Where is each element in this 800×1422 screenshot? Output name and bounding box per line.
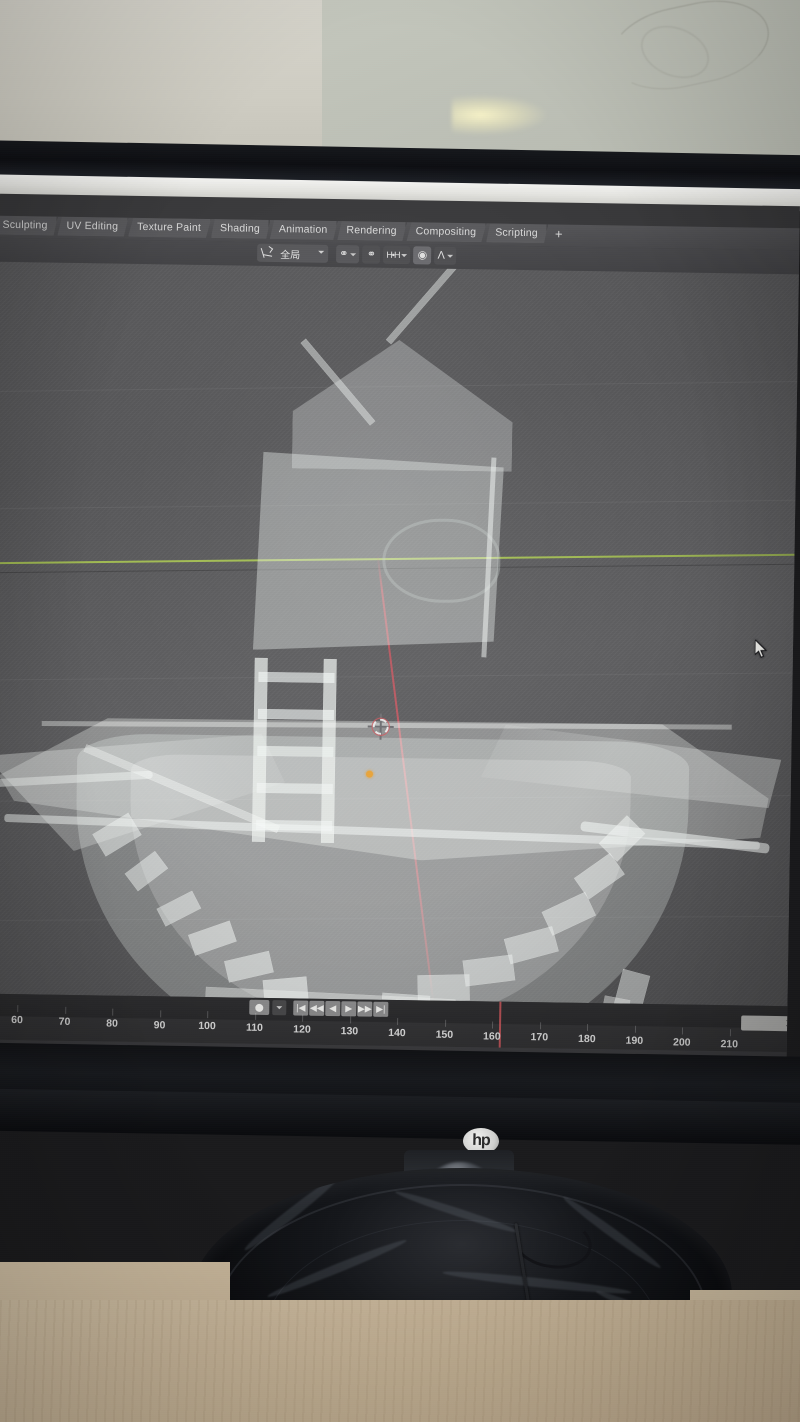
snap-controls[interactable]: ⚭ ⚭ H•H ◉ Λ <box>336 245 457 265</box>
smooth-falloff-icon[interactable]: Λ <box>434 246 457 265</box>
tab-texture-paint[interactable]: Texture Paint <box>128 218 211 238</box>
model-cabin-window <box>381 517 501 604</box>
tab-animation[interactable]: Animation <box>270 220 338 240</box>
jump-to-start-button[interactable]: |◀ <box>293 1000 309 1016</box>
timeline-tick-label: 80 <box>106 1017 118 1030</box>
timeline-tickmark <box>634 1025 636 1033</box>
mouse-pointer <box>754 639 768 659</box>
tab-compositing[interactable]: Compositing <box>407 222 487 242</box>
desk-wood-grain <box>0 1300 800 1422</box>
object-origin-marker <box>365 770 374 778</box>
timeline-tick-label: 140 <box>388 1026 406 1039</box>
chevron-down-icon <box>318 250 325 254</box>
magnet-icon[interactable]: ⚭ <box>362 245 381 264</box>
proportional-edit-icon[interactable]: ◉ <box>413 246 432 265</box>
keying-options-dropdown[interactable] <box>272 1000 287 1016</box>
timeline-tick-label: 150 <box>435 1028 454 1041</box>
timeline-tick-label: 190 <box>625 1034 644 1047</box>
timeline-tickmark <box>586 1024 589 1032</box>
hp-logo-text: hp <box>472 1131 490 1150</box>
linked-transform-icon[interactable]: ⚭ <box>336 245 360 264</box>
monitor-screen: Sculpting UV Editing Texture Paint Shadi… <box>0 193 800 1063</box>
timeline-tick-label: 160 <box>483 1029 501 1043</box>
play-button[interactable]: ▶ <box>341 1001 357 1017</box>
tab-rendering[interactable]: Rendering <box>337 221 407 241</box>
play-reverse-button[interactable]: ◀ <box>325 1000 341 1017</box>
tab-scripting[interactable]: Scripting <box>486 223 548 243</box>
timeline-tick-label: 70 <box>58 1015 71 1028</box>
timeline-tick-label: 170 <box>530 1031 549 1044</box>
tab-uv-editing[interactable]: UV Editing <box>57 217 128 237</box>
next-keyframe-button[interactable]: ▶▶ <box>357 1001 373 1017</box>
previous-keyframe-button[interactable]: ◀◀ <box>309 1000 325 1016</box>
timeline-tickmark <box>159 1009 161 1017</box>
3d-cursor[interactable] <box>367 713 394 740</box>
transform-orientation-icon <box>259 245 274 260</box>
timeline-tick-label: 200 <box>672 1036 691 1049</box>
timeline-tick-label: 180 <box>577 1033 596 1046</box>
tab-sculpting[interactable]: Sculpting <box>0 216 58 236</box>
wall-left <box>0 0 322 160</box>
timeline-tick-label: 60 <box>11 1013 24 1027</box>
timeline-tickmark <box>539 1022 541 1030</box>
timeline-tickmark <box>254 1013 256 1021</box>
timeline-tickmark <box>492 1021 494 1029</box>
jump-to-end-button[interactable]: ▶| <box>373 1001 389 1017</box>
tab-shading[interactable]: Shading <box>211 219 270 239</box>
timeline-tick-label: 210 <box>720 1037 739 1051</box>
model-ladder-rung-1 <box>258 671 335 684</box>
photo-of-monitor: Sculpting UV Editing Texture Paint Shadi… <box>0 0 800 1422</box>
timeline-tick-label: 90 <box>153 1018 166 1031</box>
model-gable-fill <box>292 338 514 471</box>
playback-controls[interactable]: |◀ ◀◀ ◀ ▶ ▶▶ ▶| <box>249 999 389 1017</box>
timeline-tick-label: 130 <box>340 1025 359 1038</box>
snap-increment-icon[interactable]: H•H <box>383 245 411 265</box>
add-workspace-button[interactable]: + <box>548 224 570 243</box>
timeline-tickmark <box>302 1014 304 1022</box>
timeline-tickmark <box>444 1019 446 1027</box>
timeline-tickmark <box>681 1027 684 1035</box>
timeline-tickmark <box>64 1006 66 1014</box>
3d-viewport[interactable] <box>0 261 800 1007</box>
model-roof-right <box>385 261 475 345</box>
timeline-tick-label: 110 <box>245 1021 264 1035</box>
current-frame-field[interactable]: 1 <box>740 1015 796 1032</box>
timeline-tick-label: 100 <box>198 1020 216 1033</box>
timeline-tickmark <box>112 1008 114 1016</box>
transform-orientation-dropdown[interactable]: 全局 <box>257 243 329 263</box>
timeline-tickmark <box>729 1029 731 1037</box>
model-ladder-rung-2 <box>257 708 334 721</box>
auto-keying-record-button[interactable] <box>249 999 270 1016</box>
wall-right-whiteboard <box>322 0 800 172</box>
timeline-tickmark <box>349 1016 351 1024</box>
3d-model-ship[interactable] <box>0 261 800 1007</box>
timeline-tickmark <box>397 1017 399 1025</box>
timeline-tick-label: 120 <box>293 1023 311 1036</box>
timeline-tickmark <box>207 1011 209 1019</box>
timeline-tickmark <box>17 1005 19 1013</box>
